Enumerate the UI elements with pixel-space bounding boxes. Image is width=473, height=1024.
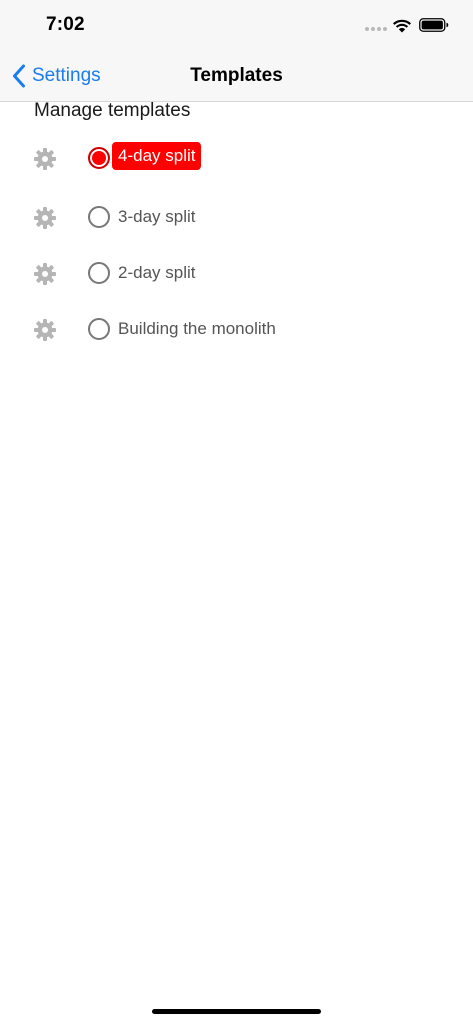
wifi-icon (393, 19, 411, 33)
template-row-2-day-split: 2-day split (0, 254, 473, 294)
chevron-left-icon (13, 64, 25, 88)
status-time: 7:02 (46, 14, 85, 35)
navigation-bar: Templates Settings (0, 52, 473, 102)
template-radio[interactable] (88, 262, 110, 284)
back-button[interactable]: Settings (12, 62, 101, 90)
template-row-3-day-split: 3-day split (0, 198, 473, 238)
template-radio[interactable] (88, 318, 110, 340)
template-radio-selected[interactable] (88, 147, 110, 169)
section-title: Manage templates (34, 100, 191, 121)
battery-icon (419, 18, 449, 32)
status-bar: 7:02 (0, 0, 473, 52)
signal-dots-icon (365, 27, 387, 33)
template-label[interactable]: 3-day split (118, 206, 195, 228)
gear-icon[interactable] (33, 147, 57, 171)
gear-icon[interactable] (33, 318, 57, 342)
template-row-4-day-split: 4-day split (0, 139, 473, 179)
template-label[interactable]: 4-day split (112, 142, 202, 170)
template-row-building-the-monolith: Building the monolith (0, 310, 473, 350)
template-label[interactable]: Building the monolith (118, 318, 276, 340)
template-radio[interactable] (88, 206, 110, 228)
back-button-label: Settings (32, 65, 101, 86)
gear-icon[interactable] (33, 206, 57, 230)
template-label[interactable]: 2-day split (118, 262, 195, 284)
home-indicator[interactable] (152, 1009, 321, 1014)
gear-icon[interactable] (33, 262, 57, 286)
screen: 7:02 Templates Settings Manage templates (0, 0, 473, 1024)
